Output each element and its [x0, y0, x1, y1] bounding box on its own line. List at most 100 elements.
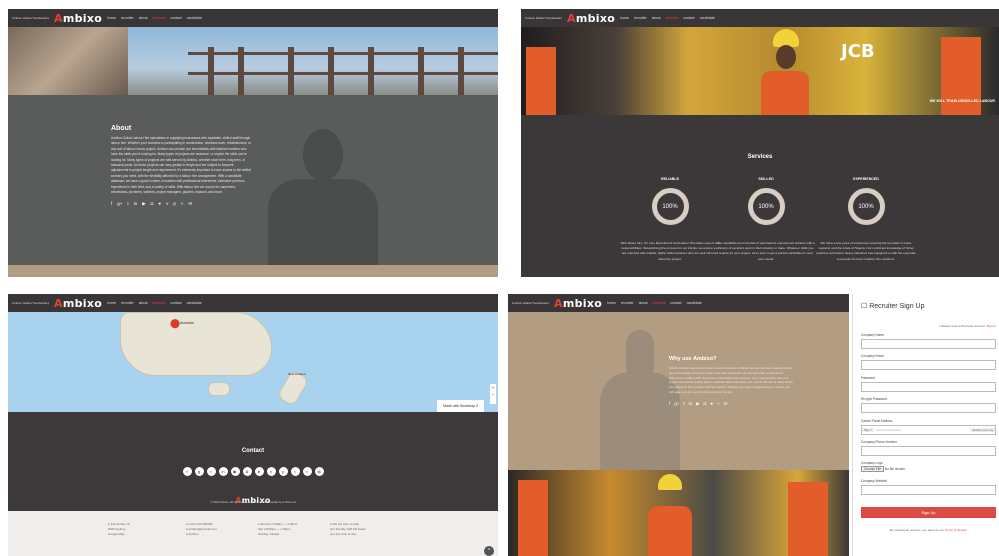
company-name-input[interactable] — [861, 339, 996, 349]
vimeo-icon[interactable]: v — [266, 467, 276, 476]
portal-address-input[interactable]: http:// yourcompanyname .ambixo.com.ng — [861, 425, 996, 435]
nav-item-candidate[interactable]: candidate — [700, 16, 715, 20]
file-status: No file chosen — [884, 467, 906, 471]
logo[interactable]: Ambixo — [554, 297, 602, 310]
tumblr-icon[interactable]: t — [290, 467, 300, 476]
company-email-input[interactable] — [861, 360, 996, 370]
nav-item-contact[interactable]: contact — [170, 16, 181, 20]
retype-password-input[interactable] — [861, 403, 996, 413]
contact-social-icons: f g t in ▶ ◘ ● v p t ≈ @ — [8, 467, 498, 476]
services-panel: Ambixo Global Trendsetters Ambixo home r… — [521, 9, 999, 277]
website-input[interactable] — [861, 485, 996, 495]
nav-item-home[interactable]: home — [607, 301, 616, 305]
contact-panel: Ambixo Global Trendsetters Ambixo home r… — [8, 294, 498, 556]
nav-item-services[interactable]: services — [666, 16, 679, 20]
nav-item-home[interactable]: home — [107, 301, 116, 305]
progress-ring: 100% — [747, 188, 785, 225]
email-icon[interactable]: ✉ — [188, 201, 192, 207]
terms-link[interactable]: Terms of Service — [945, 528, 967, 532]
nav-item-recruiter[interactable]: recruiter — [634, 16, 647, 20]
why-text: Ambixo Global Labour Hire knows about th… — [669, 366, 793, 394]
youtube-icon[interactable]: ▶ — [230, 467, 240, 476]
flickr-icon[interactable]: ● — [254, 467, 264, 476]
contact-title: Contact — [241, 448, 265, 454]
service-skilled: SKILLED 100% Our candidate pool consists… — [717, 177, 815, 261]
portal-address-label: Career Portal Address — [861, 419, 893, 423]
nav-item-services[interactable]: services — [653, 301, 666, 305]
password-input[interactable] — [861, 382, 996, 392]
youtube-icon[interactable]: ▶ — [142, 201, 145, 207]
rss-icon[interactable]: ≈ — [181, 201, 183, 207]
linkedin-icon[interactable]: in — [689, 401, 693, 407]
signin-link[interactable]: Sign In — [987, 324, 996, 328]
logo[interactable]: Ambixo — [54, 12, 102, 25]
made-with-bootstrap-button[interactable]: Made with Bootstrap 3 — [437, 400, 484, 412]
instagram-icon[interactable]: ◘ — [151, 201, 154, 207]
instagram-icon[interactable]: ◘ — [242, 467, 252, 476]
footer-address: ● 123 Ambixo St 2000 Sydney Google Map — [108, 522, 131, 536]
nav-item-services[interactable]: services — [153, 301, 166, 305]
scroll-top-icon[interactable]: ^ — [484, 546, 494, 556]
pinterest-icon[interactable]: p — [173, 201, 176, 207]
brand-tagline: Ambixo Global Trendsetters — [12, 16, 50, 20]
linkedin-icon[interactable]: in — [134, 201, 138, 207]
twitter-icon[interactable]: t — [206, 467, 216, 476]
about-section: About Ambixo Global Labour Hire speciali… — [111, 125, 251, 207]
map-pin-icon[interactable]: ⬤ — [170, 318, 180, 329]
google-plus-icon[interactable]: g+ — [117, 201, 122, 207]
nav-item-candidate[interactable]: candidate — [187, 301, 202, 305]
map-land — [120, 312, 272, 376]
linkedin-icon[interactable]: in — [218, 467, 228, 476]
instagram-icon[interactable]: ◘ — [704, 401, 707, 407]
service-experienced: EXPERIENCED 100% We have a few years of … — [816, 177, 916, 261]
google-plus-icon[interactable]: g — [194, 467, 204, 476]
nav-item-about[interactable]: about — [639, 301, 648, 305]
google-plus-icon[interactable]: g+ — [674, 401, 679, 407]
progress-ring: 100% — [847, 188, 885, 225]
nav-item-about[interactable]: about — [139, 16, 148, 20]
sign-up-button[interactable]: Sign Up — [861, 507, 996, 518]
facebook-icon[interactable]: f — [182, 467, 192, 476]
footer-phone: ● (+61) 123-456789 ● ambixo@upmail.com ●… — [186, 522, 217, 536]
nav-item-contact[interactable]: contact — [670, 301, 681, 305]
nav-item-recruiter[interactable]: recruiter — [121, 301, 134, 305]
workers-hero-image: JCB WE WILL TRAIN UNSKILLED LABOUR — [521, 27, 999, 115]
nav-item-home[interactable]: home — [107, 16, 116, 20]
twitter-icon[interactable]: t — [127, 201, 128, 207]
footer-info: ● 123 Ambixo St 2000 Sydney Google Map ●… — [8, 511, 498, 556]
company-email-label: Company Email — [861, 354, 884, 358]
rss-icon[interactable]: ≈ — [717, 401, 719, 407]
construction-hero-image — [8, 27, 498, 95]
nav-item-contact[interactable]: contact — [683, 16, 694, 20]
nav-item-about[interactable]: about — [652, 16, 661, 20]
phone-label: Company Phone Number — [861, 440, 897, 444]
flickr-icon[interactable]: ● — [710, 401, 713, 407]
flickr-icon[interactable]: ● — [158, 201, 161, 207]
nav-item-contact[interactable]: contact — [170, 301, 181, 305]
choose-file-button[interactable]: Choose File — [861, 466, 885, 472]
logo[interactable]: Ambixo — [567, 12, 615, 25]
nav-item-candidate[interactable]: candidate — [687, 301, 702, 305]
youtube-icon[interactable]: ▶ — [696, 401, 699, 407]
twitter-icon[interactable]: t — [683, 401, 684, 407]
logo[interactable]: Ambixo — [54, 297, 102, 310]
map[interactable]: ⬤ Australia New Zealand Made with Bootst… — [8, 312, 498, 412]
email-icon[interactable]: @ — [314, 467, 324, 476]
nav-item-home[interactable]: home — [620, 16, 629, 20]
nav-item-recruiter[interactable]: recruiter — [121, 16, 134, 20]
nav-item-recruiter[interactable]: recruiter — [621, 301, 634, 305]
nav-item-about[interactable]: about — [139, 301, 148, 305]
facebook-icon[interactable]: f — [669, 401, 670, 407]
phone-input[interactable] — [861, 446, 996, 456]
pinterest-icon[interactable]: p — [278, 467, 288, 476]
nav-item-services[interactable]: services — [153, 16, 166, 20]
email-icon[interactable]: ✉ — [724, 401, 728, 407]
zoom-controls[interactable]: + − — [490, 384, 496, 404]
why-panel: Ambixo Global Trendsetters Ambixo home r… — [508, 294, 849, 556]
footer-hours: ● Mon-Fri: 9:00am — 5:00pm Sat: 10:00am … — [258, 522, 298, 536]
facebook-icon[interactable]: f — [111, 201, 112, 207]
rss-icon[interactable]: ≈ — [302, 467, 312, 476]
why-section: Why use Ambixo? Ambixo Global Labour Hir… — [669, 356, 794, 407]
nav-item-candidate[interactable]: candidate — [187, 16, 202, 20]
vimeo-icon[interactable]: v — [166, 201, 168, 207]
